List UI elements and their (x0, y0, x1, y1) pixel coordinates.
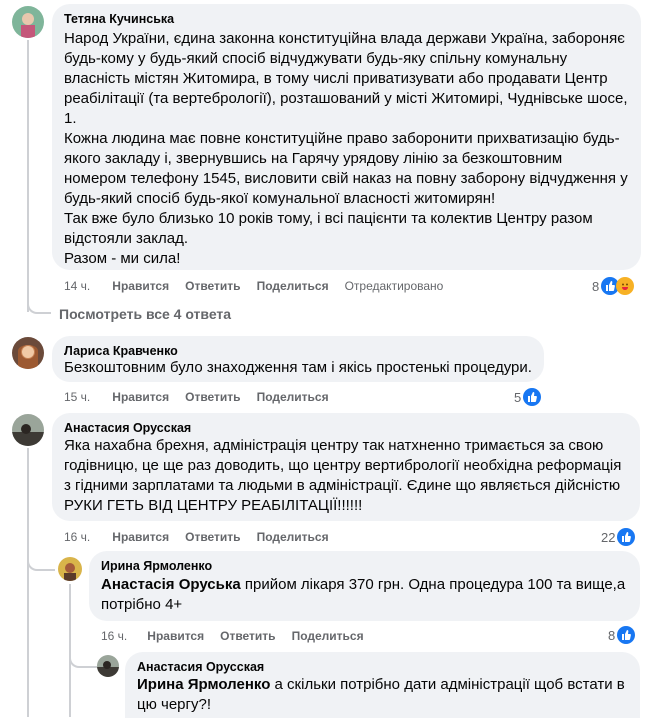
edited-label: Отредактировано (344, 279, 444, 293)
reply-button[interactable]: Ответить (185, 390, 240, 404)
reply-branch (27, 555, 55, 571)
share-button[interactable]: Поделиться (257, 390, 329, 404)
reply-button[interactable]: Ответить (220, 629, 275, 643)
like-icon (617, 528, 636, 546)
thread-line (27, 448, 29, 717)
like-icon (523, 388, 542, 406)
avatar[interactable] (58, 557, 82, 581)
avatar[interactable] (12, 414, 44, 446)
reaction-count[interactable]: 8 (592, 277, 635, 295)
timestamp[interactable]: 16 ч. (64, 530, 90, 544)
timestamp[interactable]: 15 ч. (64, 390, 90, 404)
like-button[interactable]: Нравится (112, 530, 169, 544)
thread-line (69, 584, 71, 717)
comment-actions: 16 ч. Нравится Ответить Поделиться (64, 530, 345, 544)
comment-author[interactable]: Лариса Кравченко (64, 344, 178, 358)
avatar[interactable] (97, 655, 119, 677)
view-replies-link[interactable]: Посмотреть все 4 ответа (59, 306, 231, 322)
comment-actions: 14 ч. Нравится Ответить Поделиться Отред… (64, 279, 459, 293)
mention-link[interactable]: Анастасія Оруська (101, 576, 241, 593)
reaction-count[interactable]: 5 (514, 388, 542, 406)
avatar[interactable] (12, 6, 44, 38)
haha-icon (616, 277, 635, 295)
timestamp[interactable]: 14 ч. (64, 279, 90, 293)
like-button[interactable]: Нравится (147, 629, 204, 643)
like-button[interactable]: Нравится (112, 279, 169, 293)
comment-author[interactable]: Анастасия Орусская (64, 421, 191, 435)
reaction-count[interactable]: 22 (601, 528, 636, 546)
reply-author[interactable]: Ирина Ярмоленко (101, 559, 212, 573)
mention-link[interactable]: Ирина Ярмоленко (137, 676, 270, 693)
reaction-count[interactable]: 8 (608, 626, 636, 644)
reply-text-line2: потрібно 4+ (101, 596, 183, 613)
thread-line (27, 40, 29, 312)
like-button[interactable]: Нравится (112, 390, 169, 404)
share-button[interactable]: Поделиться (292, 629, 364, 643)
share-button[interactable]: Поделиться (257, 279, 329, 293)
reply-text-line1: Анастасія Оруська прийом лікаря 370 грн.… (101, 576, 626, 593)
like-icon (617, 626, 636, 644)
comment-author[interactable]: Тетяна Кучинська (64, 12, 174, 26)
comment-actions: 15 ч. Нравится Ответить Поделиться (64, 390, 345, 404)
reply-button[interactable]: Ответить (185, 279, 240, 293)
reply-actions: 16 ч. Нравится Ответить Поделиться (101, 629, 380, 643)
thread-branch (27, 296, 51, 314)
timestamp[interactable]: 16 ч. (101, 629, 127, 643)
reply-text-line1: Ирина Ярмоленко а скільки потрібно дати … (137, 676, 625, 693)
reply-button[interactable]: Ответить (185, 530, 240, 544)
comment-text: Безкоштовним було знаходження там і якіс… (64, 359, 532, 376)
reply-branch (69, 652, 97, 668)
avatar[interactable] (12, 337, 44, 369)
share-button[interactable]: Поделиться (257, 530, 329, 544)
reply-author[interactable]: Анастасия Орусская (137, 660, 264, 674)
reply-text-line2: цю чергу?! (137, 696, 211, 713)
